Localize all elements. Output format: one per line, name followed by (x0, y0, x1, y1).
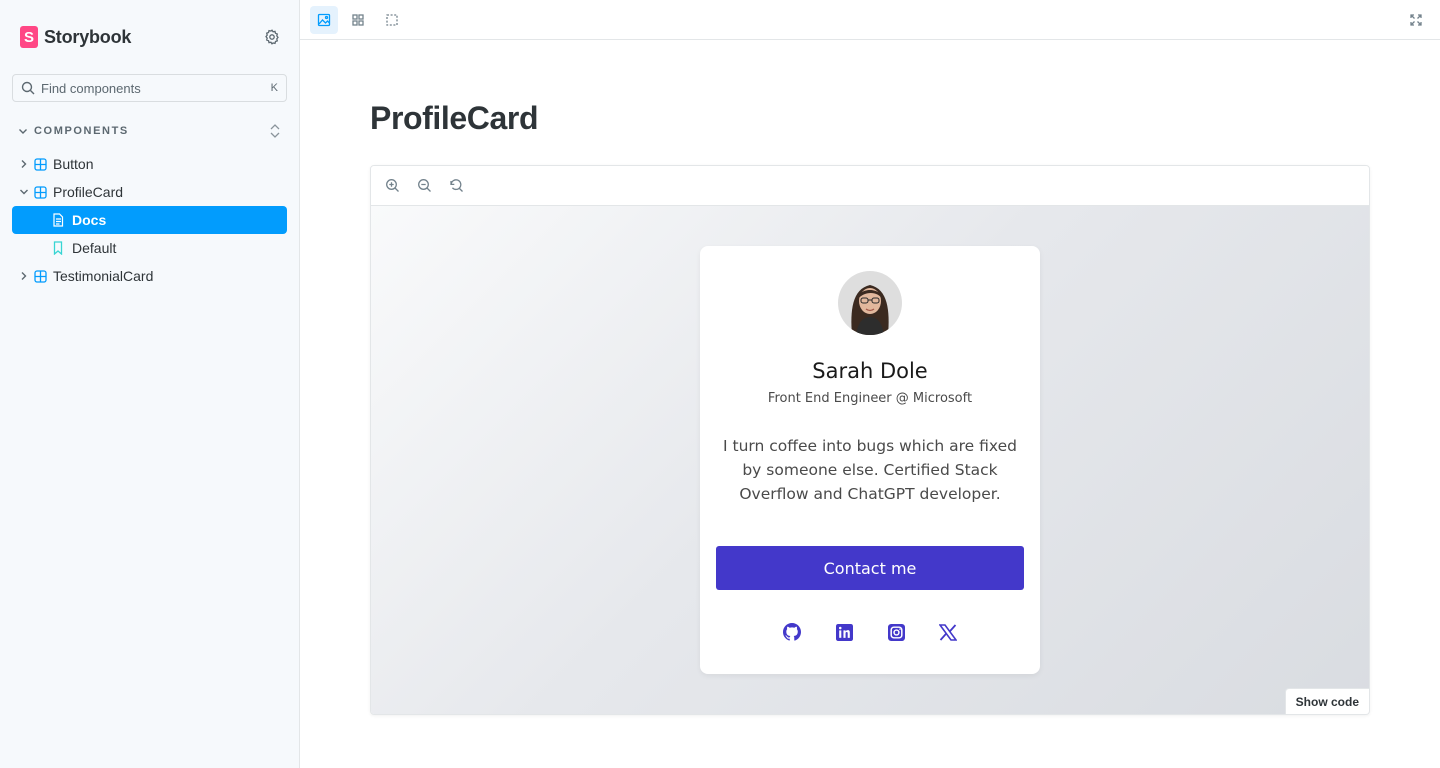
tree-item-label: ProfileCard (53, 184, 124, 200)
tree-item-profilecard[interactable]: ProfileCard (12, 178, 287, 206)
document-icon (52, 213, 64, 227)
chevron-right-icon (18, 159, 30, 169)
tree-item-label: TestimonialCard (53, 268, 154, 284)
brand[interactable]: S Storybook (20, 25, 131, 49)
tree-item-label: Button (53, 156, 94, 172)
story-canvas: Sarah Dole Front End Engineer @ Microsof… (370, 165, 1370, 715)
chevron-down-icon (19, 129, 27, 134)
tree-item-button[interactable]: Button (12, 150, 287, 178)
instagram-icon[interactable] (886, 622, 906, 642)
search-input[interactable] (41, 80, 251, 96)
tree-item-testimonialcard[interactable]: TestimonialCard (12, 262, 287, 290)
settings-gear-icon[interactable] (262, 27, 282, 47)
search-shortcut-hint: K (270, 82, 278, 94)
chevron-down-icon (18, 188, 30, 196)
canvas-preview: Sarah Dole Front End Engineer @ Microsof… (371, 206, 1369, 714)
social-links (700, 622, 1040, 642)
storybook-logo-icon: S (20, 26, 38, 48)
app-title: Storybook (44, 26, 132, 47)
expand-icon[interactable] (1402, 6, 1430, 34)
profile-role: Front End Engineer @ Microsoft (767, 391, 973, 406)
show-code-button[interactable]: Show code (1284, 688, 1369, 714)
x-icon[interactable] (938, 622, 958, 642)
tree-item-label: Docs (72, 212, 107, 228)
canvas-toolbar (371, 166, 1369, 206)
contact-me-button[interactable]: Contact me (716, 546, 1024, 590)
github-icon[interactable] (782, 622, 802, 642)
search-icon (21, 81, 35, 95)
image-icon[interactable] (310, 6, 338, 34)
section-title: COMPONENTS (34, 125, 129, 137)
profile-name: Sarah Dole (812, 359, 928, 383)
zoom-reset-icon[interactable] (445, 175, 467, 197)
component-tree: Button ProfileCard Docs Default Testimon… (12, 150, 287, 290)
grid-icon[interactable] (344, 6, 372, 34)
zoom-out-icon[interactable] (413, 175, 435, 197)
page-title: ProfileCard (370, 100, 539, 136)
expand-collapse-icon[interactable] (268, 122, 282, 140)
zoom-in-icon[interactable] (381, 175, 403, 197)
component-icon (34, 157, 47, 171)
profile-bio: I turn coffee into bugs which are fixed … (723, 437, 1017, 503)
component-icon (34, 269, 47, 283)
search-box[interactable]: K (12, 74, 287, 102)
profile-card: Sarah Dole Front End Engineer @ Microsof… (700, 246, 1040, 674)
bookmark-icon (52, 241, 64, 255)
tree-item-docs[interactable]: Docs (12, 206, 287, 234)
linkedin-icon[interactable] (834, 622, 854, 642)
tree-item-default[interactable]: Default (12, 234, 287, 262)
avatar (838, 271, 902, 335)
tree-item-label: Default (72, 240, 117, 256)
chevron-right-icon (18, 271, 30, 281)
components-section-header[interactable]: COMPONENTS (18, 122, 288, 140)
outline-icon[interactable] (378, 6, 406, 34)
sidebar: S Storybook K COMPONENTS Button ProfileC… (0, 0, 300, 768)
top-toolbar (300, 0, 1440, 40)
component-icon (34, 185, 47, 199)
